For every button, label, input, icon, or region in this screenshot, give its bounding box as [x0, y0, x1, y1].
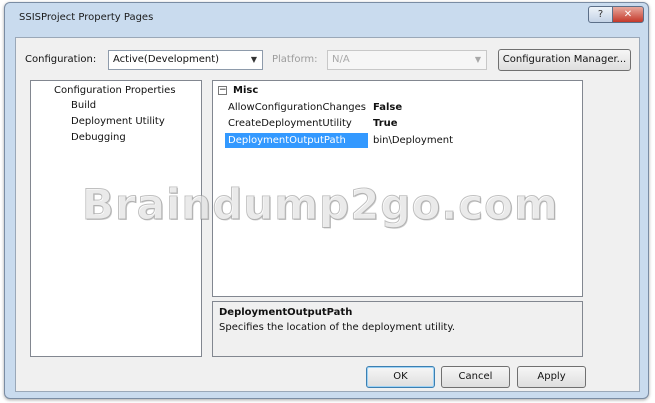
property-name[interactable]: DeploymentOutputPath	[225, 133, 368, 148]
property-row[interactable]: CreateDeploymentUtility True	[213, 116, 582, 131]
description-pane: DeploymentOutputPath Specifies the locat…	[212, 301, 583, 357]
category-label: Misc	[233, 85, 259, 96]
property-value[interactable]: bin\Deployment	[373, 133, 453, 148]
property-value[interactable]: True	[373, 116, 398, 131]
platform-dropdown: N/A ▼	[327, 50, 487, 70]
collapse-icon[interactable]: −	[218, 86, 227, 95]
property-value[interactable]: False	[373, 100, 402, 115]
dialog-client-area: Configuration: Active(Development) ▼ Pla…	[15, 37, 640, 392]
property-row[interactable]: AllowConfigurationChanges False	[213, 100, 582, 115]
tree-item-debugging[interactable]: Debugging	[71, 132, 126, 143]
platform-value: N/A	[332, 54, 350, 65]
property-pages-window: SSISProject Property Pages ? ✕ Configura…	[4, 2, 649, 399]
close-icon[interactable]: ✕	[612, 6, 644, 23]
property-tree: Configuration Properties Build Deploymen…	[30, 80, 202, 357]
configuration-value: Active(Development)	[113, 54, 220, 65]
description-title: DeploymentOutputPath	[219, 307, 353, 318]
window-title: SSISProject Property Pages	[19, 12, 154, 23]
apply-button[interactable]: Apply	[517, 366, 586, 388]
property-grid: − Misc AllowConfigurationChanges False C…	[212, 80, 583, 297]
chevron-down-icon: ▼	[474, 55, 481, 64]
chevron-down-icon: ▼	[250, 55, 257, 64]
tree-item-build[interactable]: Build	[71, 100, 96, 111]
title-bar[interactable]: SSISProject Property Pages ? ✕	[5, 3, 648, 33]
description-text: Specifies the location of the deployment…	[219, 322, 455, 333]
configuration-label: Configuration:	[25, 54, 97, 65]
help-icon[interactable]: ?	[588, 6, 613, 23]
property-name[interactable]: AllowConfigurationChanges	[225, 100, 368, 115]
tree-item-configuration-properties[interactable]: Configuration Properties	[54, 85, 176, 96]
property-name[interactable]: CreateDeploymentUtility	[225, 116, 368, 131]
cancel-button[interactable]: Cancel	[441, 366, 510, 388]
property-row-selected[interactable]: DeploymentOutputPath bin\Deployment	[213, 133, 582, 148]
ok-button[interactable]: OK	[366, 366, 435, 388]
platform-label: Platform:	[272, 54, 318, 65]
tree-item-deployment-utility[interactable]: Deployment Utility	[71, 116, 165, 127]
configuration-dropdown[interactable]: Active(Development) ▼	[108, 50, 263, 70]
configuration-manager-button[interactable]: Configuration Manager...	[498, 49, 631, 71]
